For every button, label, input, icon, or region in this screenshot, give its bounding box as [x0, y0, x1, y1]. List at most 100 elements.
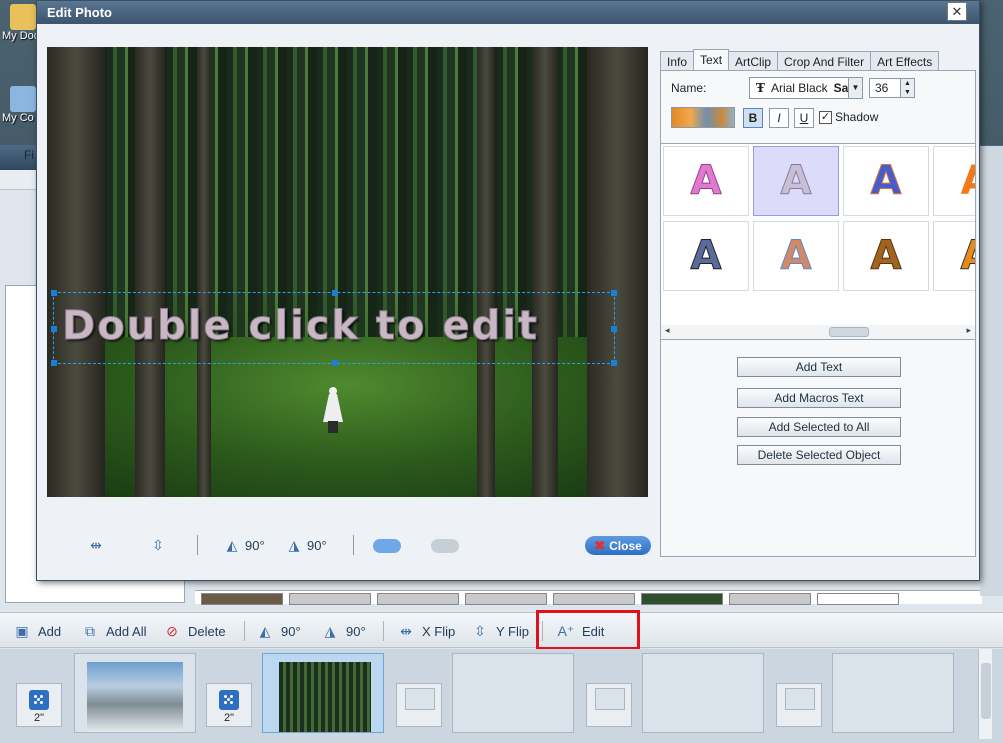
thumbnail[interactable]	[729, 593, 811, 605]
rotate-left-button[interactable]: ◭ 90°	[255, 619, 301, 643]
canvas-rotate-right-button[interactable]: ◮ 90°	[285, 536, 327, 554]
canvas-close-button[interactable]: ✖ Close	[585, 536, 651, 555]
delete-button[interactable]: ⊘ Delete	[162, 619, 225, 643]
spinner-arrows-icon[interactable]: ▲ ▼	[900, 79, 914, 97]
chevron-down-icon[interactable]: ▼	[848, 78, 862, 98]
overlay-text[interactable]: Double click to edit	[61, 303, 539, 350]
resize-handle[interactable]	[611, 360, 617, 366]
scroll-left-icon[interactable]: ◂	[665, 325, 670, 336]
menu-file[interactable]: Fi	[24, 148, 34, 162]
x-flip-button[interactable]: ⇹ X Flip	[396, 619, 455, 643]
resize-handle[interactable]	[332, 290, 338, 296]
resize-handle[interactable]	[611, 290, 617, 296]
canvas-rotate-left-label: 90°	[245, 537, 265, 553]
tab-artclip[interactable]: ArtClip	[728, 51, 779, 71]
style-speckled-icon: A	[780, 233, 812, 279]
text-object-selection[interactable]: Double click to edit	[51, 290, 617, 366]
rotate-left-icon: ◭	[226, 536, 238, 553]
add-text-button[interactable]: Add Text	[737, 357, 901, 377]
y-flip-button[interactable]: ⇳ Y Flip	[470, 619, 529, 643]
hiker-figure	[322, 387, 344, 433]
canvas-x-flip-button[interactable]: ⇹	[87, 536, 105, 554]
transition-slot[interactable]: 2"	[16, 683, 62, 727]
thumbnail[interactable]	[377, 593, 459, 605]
font-select[interactable]: Ŧ Arial Black Sa ▼	[749, 77, 863, 99]
timeline-photo-slot-empty[interactable]	[452, 653, 574, 733]
text-style-option[interactable]: A	[663, 146, 749, 216]
rotate-left-label: 90°	[281, 623, 301, 639]
text-style-option[interactable]: A	[843, 221, 929, 291]
rotate-right-button[interactable]: ◮ 90°	[320, 619, 366, 643]
transition-slot-empty[interactable]	[586, 683, 632, 727]
bold-button[interactable]: B	[743, 108, 763, 128]
thumbnail[interactable]	[201, 593, 283, 605]
font-name-value: Arial Black	[770, 81, 828, 95]
thumbnail[interactable]	[641, 593, 723, 605]
add-selected-to-all-button[interactable]: Add Selected to All	[737, 417, 901, 437]
dialog-close-button[interactable]: ✕	[947, 2, 967, 21]
background-thumbnail-strip	[195, 590, 982, 605]
tab-art-effects[interactable]: Art Effects	[870, 51, 940, 71]
shadow-checkbox[interactable]: ✓ Shadow	[819, 110, 878, 124]
scroll-right-icon[interactable]: ▸	[966, 325, 971, 336]
delete-selected-object-button[interactable]: Delete Selected Object	[737, 445, 901, 465]
x-flip-label: X Flip	[422, 623, 456, 639]
rotate-left-icon: ◭	[259, 622, 271, 639]
thumbnail[interactable]	[553, 593, 635, 605]
thumbnail[interactable]	[817, 593, 899, 605]
timeline-photo-slot-empty[interactable]	[832, 653, 954, 733]
font-size-value: 36	[875, 81, 889, 95]
resize-handle[interactable]	[611, 326, 617, 332]
text-style-option[interactable]: A	[933, 221, 975, 291]
text-style-option[interactable]: A	[843, 146, 929, 216]
text-style-option[interactable]: A	[933, 146, 975, 216]
scrollbar-thumb[interactable]	[829, 327, 869, 337]
add-photo-icon: ▣	[15, 622, 29, 639]
tree-trunk	[197, 47, 211, 497]
transition-duration: 2"	[33, 712, 45, 724]
tab-text[interactable]: Text	[693, 49, 730, 71]
hiker-legs	[328, 421, 338, 433]
timeline-photo-slot-selected[interactable]	[262, 653, 384, 733]
resize-handle[interactable]	[51, 326, 57, 332]
transition-slot-empty[interactable]	[776, 683, 822, 727]
resize-handle[interactable]	[332, 360, 338, 366]
style-gold-icon: A	[960, 236, 975, 277]
timeline-scrollbar[interactable]	[978, 649, 992, 739]
style-gallery-scrollbar[interactable]: ◂ ▸	[661, 325, 975, 339]
close-x-icon: ✖	[594, 537, 606, 553]
text-style-option[interactable]: A	[663, 221, 749, 291]
add-macros-text-button[interactable]: Add Macros Text	[737, 388, 901, 408]
panel-tabs: Info Text ArtClip Crop And Filter Art Ef…	[660, 49, 940, 71]
style-mosaic-icon: A	[870, 158, 902, 204]
text-style-option[interactable]: A	[753, 221, 839, 291]
transition-slot-empty[interactable]	[396, 683, 442, 727]
canvas-rotate-left-button[interactable]: ◭ 90°	[223, 536, 265, 554]
timeline-photo-slot-empty[interactable]	[642, 653, 764, 733]
edit-highlight-annotation	[536, 610, 640, 650]
canvas-y-flip-button[interactable]: ⇳	[149, 536, 167, 554]
close-icon: ✕	[951, 4, 963, 19]
photo-canvas[interactable]: Double click to edit	[47, 47, 648, 497]
underline-button[interactable]: U	[794, 108, 814, 128]
transition-slot[interactable]: 2"	[206, 683, 252, 727]
scrollbar-thumb[interactable]	[981, 663, 991, 719]
next-object-button[interactable]	[431, 539, 459, 553]
previous-object-button[interactable]	[373, 539, 401, 553]
checkbox-checked-icon[interactable]: ✓	[819, 110, 832, 124]
font-size-spinner[interactable]: 36 ▲ ▼	[869, 78, 915, 98]
text-fill-swatch[interactable]	[671, 107, 735, 128]
tab-info[interactable]: Info	[660, 51, 695, 71]
tree-trunk	[135, 47, 165, 497]
resize-handle[interactable]	[51, 290, 57, 296]
tab-crop-and-filter[interactable]: Crop And Filter	[777, 51, 872, 71]
thumbnail[interactable]	[289, 593, 371, 605]
resize-handle[interactable]	[51, 360, 57, 366]
thumbnail[interactable]	[465, 593, 547, 605]
text-style-option-selected[interactable]: A	[753, 146, 839, 216]
timeline-photo-slot[interactable]	[74, 653, 196, 733]
add-button[interactable]: ▣ Add	[12, 619, 61, 643]
add-all-button[interactable]: ⧉ Add All	[80, 619, 146, 643]
italic-button[interactable]: I	[769, 108, 789, 128]
desktop-icon-label: My Co	[2, 112, 34, 124]
